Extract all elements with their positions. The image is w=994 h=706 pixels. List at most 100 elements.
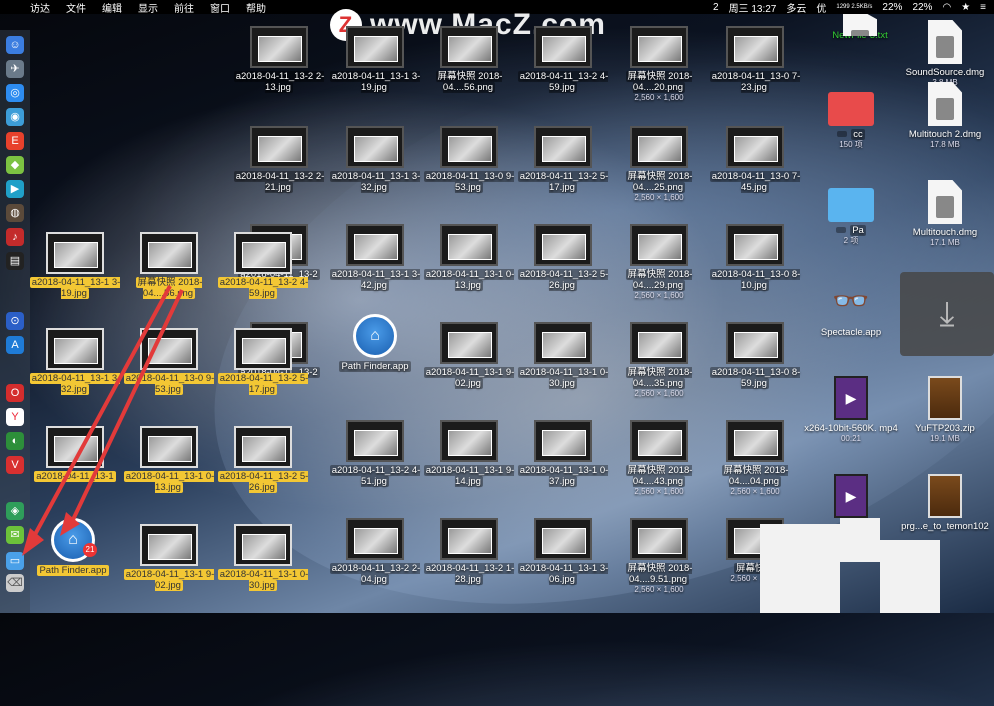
desktop-file[interactable]: a2018-04-11_13-1 3-19.jpg <box>28 232 122 299</box>
download-icon[interactable]: ⤓ <box>900 272 994 356</box>
soundsource-dmg[interactable]: SoundSource.dmg 3.8 MB <box>898 20 992 87</box>
desktop-file[interactable]: a2018-04-11_13-1 3-06.jpg <box>516 518 610 585</box>
battery-percent-1[interactable]: 22% <box>882 2 902 13</box>
spectacle-app[interactable]: 👓 Spectacle.app <box>804 280 898 338</box>
desktop-file[interactable]: 屏幕快照 2018-04....29.png 2,560 × 1,600 <box>612 224 706 300</box>
desktop-file[interactable]: a2018-04-11_13-1 0-13.jpg <box>422 224 516 291</box>
weather-status[interactable]: 多云 <box>786 0 806 15</box>
menu-go[interactable]: 前往 <box>174 0 194 15</box>
finder-icon[interactable]: ☺ <box>6 36 24 54</box>
x264-mp4[interactable]: ▶ x264-10bit-560K. mp4 00:21 <box>804 376 898 443</box>
netease-icon[interactable]: ♪ <box>6 228 24 246</box>
desktop-file[interactable]: 屏幕快照 2018-04....04.png 2,560 × 1,600 <box>708 420 802 496</box>
folder-icon[interactable]: ▭ <box>6 552 24 570</box>
folder-cc[interactable]: cc 150 项 <box>804 92 898 149</box>
clock[interactable]: 周三 13:27 <box>729 0 777 15</box>
privacy-blur <box>880 540 940 613</box>
desktop-file[interactable]: 屏幕快照 2018-04....25.png 2,560 × 1,600 <box>612 126 706 202</box>
launchpad-icon[interactable]: ✈ <box>6 60 24 78</box>
desktop-file[interactable]: a2018-04-11_13-0 7-45.jpg <box>708 126 802 193</box>
android-icon[interactable]: ◆ <box>6 156 24 174</box>
desktop-file[interactable]: a2018-04-11_13-2 4-59.jpg <box>216 232 310 299</box>
image-thumbnail <box>234 524 292 566</box>
desktop-file[interactable]: a2018-04-11_13-2 5-26.jpg <box>216 426 310 493</box>
desktop-file[interactable]: a2018-04-11_13-1 9-02.jpg <box>422 322 516 389</box>
folder-pa[interactable]: Pa 2 项 <box>804 188 898 245</box>
activity-icon[interactable]: ▤ <box>6 252 24 270</box>
wechat-icon[interactable]: ✉ <box>6 526 24 544</box>
multitouch-dmg[interactable]: Multitouch.dmg 17.1 MB <box>898 180 992 247</box>
menu-window[interactable]: 窗口 <box>210 0 230 15</box>
terminal-icon[interactable]: ▶ <box>6 180 24 198</box>
opera-icon[interactable]: O <box>6 384 24 402</box>
star-icon[interactable]: ★ <box>961 2 970 13</box>
temon-file[interactable]: prg...e_to_temon102 <box>898 474 992 532</box>
desktop-file[interactable]: a2018-04-11_13-2 4-51.jpg <box>328 420 422 487</box>
file-name: a2018-04-11_13-2 5-26.jpg <box>517 269 609 291</box>
desktop-file[interactable]: a2018-04-11_13-0 8-59.jpg <box>708 322 802 389</box>
desktop-file[interactable]: a2018-04-11_13-1 3-42.jpg <box>328 224 422 291</box>
path-finder-app-selected[interactable]: ⌂ Path Finder.app <box>26 518 120 576</box>
menu-view[interactable]: 显示 <box>138 0 158 15</box>
path-finder-app[interactable]: ⌂ Path Finder.app <box>328 314 422 372</box>
menu-edit[interactable]: 编辑 <box>102 0 122 15</box>
desktop-file[interactable]: a2018-04-11_13-2 2-21.jpg <box>232 126 326 193</box>
desktop-file[interactable]: a2018-04-11_13-1 <box>28 426 122 482</box>
menu-help[interactable]: 帮助 <box>246 0 266 15</box>
menu-list-icon[interactable]: ≡ <box>980 2 986 13</box>
file-name: 屏幕快照 2018-04....35.png <box>625 367 693 389</box>
desktop-file[interactable]: 屏幕快照 2018-04....35.png 2,560 × 1,600 <box>612 322 706 398</box>
wechat-count[interactable]: 2 <box>713 2 719 13</box>
desktop-file[interactable]: 屏幕快照 2018-04....56.png <box>122 232 216 299</box>
menu-finder[interactable]: 访达 <box>30 0 50 15</box>
desktop-file[interactable]: a2018-04-11_13-1 9-02.jpg <box>122 524 216 591</box>
preview-icon[interactable]: ◉ <box>6 108 24 126</box>
desktop-file[interactable]: 屏幕快照 2018-04....20.png 2,560 × 1,600 <box>612 26 706 102</box>
multitouch2-dmg[interactable]: Multitouch 2.dmg 17.8 MB <box>898 82 992 149</box>
yuftp-zip[interactable]: YuFTP203.zip 19.1 MB <box>898 376 992 443</box>
desktop-file[interactable]: a2018-04-11_13-0 8-10.jpg <box>708 224 802 291</box>
chrome-icon[interactable]: ◐ <box>6 432 24 450</box>
file-name: a2018-04-11_13-1 0-30.jpg <box>517 367 609 389</box>
desktop-file[interactable]: a2018-04-11_13-2 5-17.jpg <box>516 126 610 193</box>
blue-app-icon[interactable]: ⊙ <box>6 312 24 330</box>
desktop-file[interactable]: a2018-04-11_13-1 3-19.jpg <box>328 26 422 93</box>
desktop-file[interactable]: a2018-04-11_13-0 9-53.jpg <box>422 126 516 193</box>
app-status[interactable]: 优 <box>816 0 826 15</box>
image-thumbnail <box>440 26 498 68</box>
desktop-file[interactable]: a2018-04-11_13-1 0-37.jpg <box>516 420 610 487</box>
desktop-file[interactable]: a2018-04-11_13-1 0-13.jpg <box>122 426 216 493</box>
app-store-icon[interactable]: A <box>6 336 24 354</box>
desktop-file[interactable]: a2018-04-11_13-2 2-04.jpg <box>328 518 422 585</box>
desktop-file[interactable]: a2018-04-11_13-1 3-32.jpg <box>328 126 422 193</box>
disk-icon[interactable]: ◍ <box>6 204 24 222</box>
desktop-file[interactable]: 屏幕快照 2018-04....43.png 2,560 × 1,600 <box>612 420 706 496</box>
desktop-file[interactable]: a2018-04-11_13-1 0-30.jpg <box>516 322 610 389</box>
trash-icon[interactable]: ⌫ <box>6 574 24 592</box>
desktop-file[interactable]: a2018-04-11_13-2 2-13.jpg <box>232 26 326 93</box>
safari-icon[interactable]: ◎ <box>6 84 24 102</box>
file-name: a2018-04-11_13-1 0-13.jpg <box>423 269 515 291</box>
desktop-file[interactable]: a2018-04-11_13-1 3-32.jpg <box>28 328 122 395</box>
file-name: a2018-04-11_13-0 9-53.jpg <box>423 171 515 193</box>
desktop-file[interactable]: a2018-04-11_13-0 9-53.jpg <box>122 328 216 395</box>
desktop-file[interactable]: a2018-04-11_13-2 5-26.jpg <box>516 224 610 291</box>
desktop-file[interactable]: a2018-04-11_13-1 0-30.jpg <box>216 524 310 591</box>
desktop-file[interactable]: a2018-04-11_13-0 7-23.jpg <box>708 26 802 93</box>
wifi-icon[interactable]: ◠ <box>942 2 951 13</box>
desktop-file[interactable]: a2018-04-11_13-1 9-14.jpg <box>422 420 516 487</box>
desktop-file[interactable]: a2018-04-11_13-2 5-17.jpg <box>216 328 310 395</box>
yandex-icon[interactable]: Y <box>6 408 24 426</box>
battery-percent-2[interactable]: 22% <box>912 2 932 13</box>
newfile-txt[interactable]: TXT NewFile-3.txt <box>820 14 900 41</box>
red-app-icon[interactable]: E <box>6 132 24 150</box>
desktop-file[interactable]: a2018-04-11_13-2 4-59.jpg <box>516 26 610 93</box>
video-file-2[interactable]: ▶ <box>804 474 898 518</box>
desktop-file[interactable]: 屏幕快照 2018-04....56.png <box>422 26 516 93</box>
menu-file[interactable]: 文件 <box>66 0 86 15</box>
vivaldi-icon[interactable]: V <box>6 456 24 474</box>
desktop-file[interactable]: 屏幕快照 2018-04....9.51.png 2,560 × 1,600 <box>612 518 706 594</box>
desktop-file[interactable]: a2018-04-11_13-2 1-28.jpg <box>422 518 516 585</box>
network-speed[interactable]: 1299 2.5KB/s <box>836 4 872 10</box>
green-app-icon[interactable]: ◈ <box>6 502 24 520</box>
